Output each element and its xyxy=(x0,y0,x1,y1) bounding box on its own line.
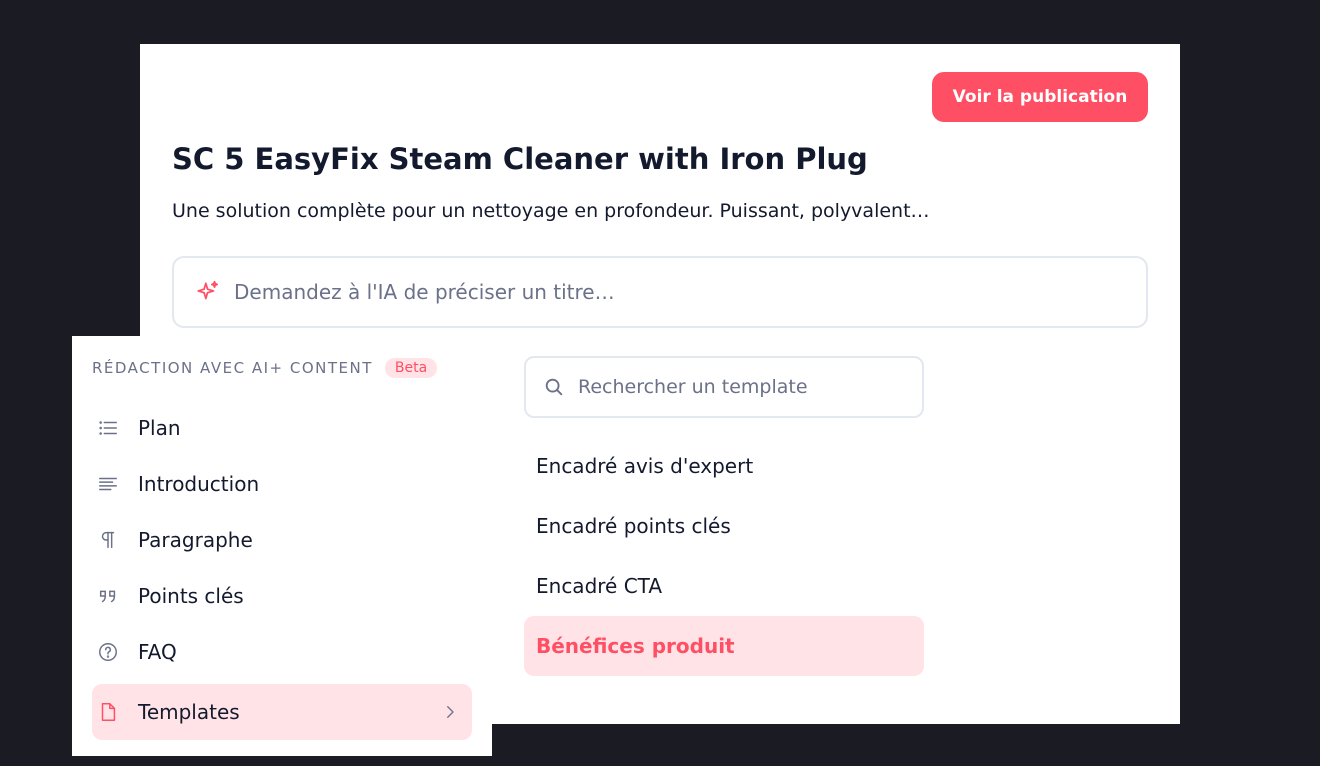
pilcrow-icon xyxy=(96,528,120,552)
chevron-right-icon xyxy=(438,700,462,724)
view-publication-button[interactable]: Voir la publication xyxy=(932,72,1148,122)
beta-badge: Beta xyxy=(384,358,438,378)
ai-prompt-placeholder: Demandez à l'IA de préciser un titre… xyxy=(234,280,615,304)
page-title[interactable]: SC 5 EasyFix Steam Cleaner with Iron Plu… xyxy=(172,142,868,176)
ai-prompt-input[interactable]: Demandez à l'IA de préciser un titre… xyxy=(172,256,1148,328)
template-item-product-benefits[interactable]: Bénéfices produit xyxy=(524,616,924,676)
menu-item-label: Paragraphe xyxy=(138,528,253,552)
sparkle-icon xyxy=(194,278,222,306)
list-icon xyxy=(96,416,120,440)
template-list: Encadré avis d'expert Encadré points clé… xyxy=(524,436,924,676)
menu-item-label: Plan xyxy=(138,416,181,440)
menu-item-paragraph[interactable]: Paragraphe xyxy=(92,512,472,568)
menu-item-faq[interactable]: FAQ xyxy=(92,624,472,680)
template-search-placeholder: Rechercher un template xyxy=(578,376,808,398)
panel-menu: Plan Introduction Paragraphe Points clés… xyxy=(92,400,472,740)
menu-item-templates[interactable]: Templates xyxy=(92,684,472,740)
template-search-input[interactable]: Rechercher un template xyxy=(524,356,924,418)
template-item-expert[interactable]: Encadré avis d'expert xyxy=(524,436,924,496)
menu-item-introduction[interactable]: Introduction xyxy=(92,456,472,512)
menu-item-plan[interactable]: Plan xyxy=(92,400,472,456)
menu-item-label: FAQ xyxy=(138,640,177,664)
menu-item-key-points[interactable]: Points clés xyxy=(92,568,472,624)
page-subtitle[interactable]: Une solution complète pour un nettoyage … xyxy=(172,200,930,222)
template-item-key-points[interactable]: Encadré points clés xyxy=(524,496,924,556)
file-icon xyxy=(96,700,120,724)
search-icon xyxy=(542,375,566,399)
quote-icon xyxy=(96,584,120,608)
menu-item-label: Templates xyxy=(138,700,240,724)
help-circle-icon xyxy=(96,640,120,664)
text-align-icon xyxy=(96,472,120,496)
menu-item-label: Introduction xyxy=(138,472,260,496)
panel-header: RÉDACTION AVEC AI+ CONTENT Beta xyxy=(92,358,438,378)
panel-section-title: RÉDACTION AVEC AI+ CONTENT xyxy=(92,359,373,377)
menu-item-label: Points clés xyxy=(138,584,244,608)
ai-writing-panel: RÉDACTION AVEC AI+ CONTENT Beta Plan Int… xyxy=(72,336,492,756)
template-item-cta[interactable]: Encadré CTA xyxy=(524,556,924,616)
